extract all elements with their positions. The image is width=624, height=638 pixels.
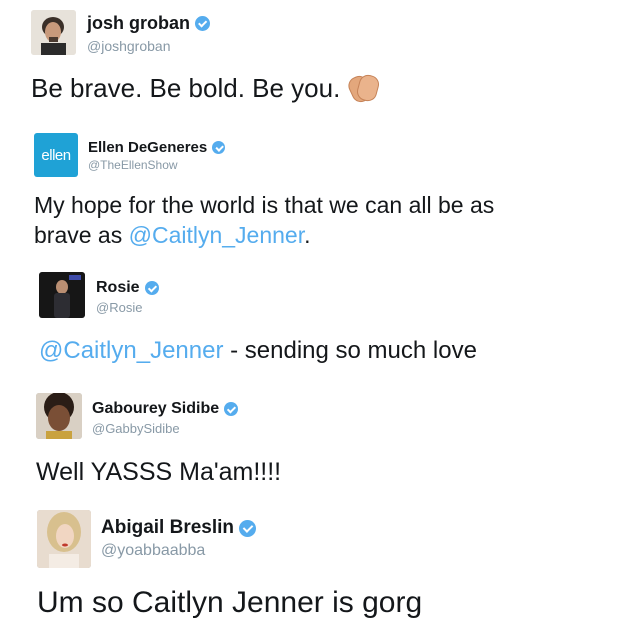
tweet-text: Um so Caitlyn Jenner is gorg [37, 586, 423, 619]
name-text: josh groban [87, 13, 190, 33]
display-name[interactable]: Ellen DeGeneres [88, 139, 226, 156]
tweet-text-line-2: brave as @Caitlyn_Jenner. [34, 222, 311, 250]
name-text: Rosie [96, 279, 140, 296]
text-suffix: - sending so much love [223, 337, 477, 364]
display-name[interactable]: Abigail Breslin [101, 517, 257, 539]
tweet-text-body: Be brave. Be bold. Be you. [31, 73, 341, 103]
tweet-text: @Caitlyn_Jenner - sending so much love [39, 337, 477, 366]
ellen-logo: ellen [34, 133, 78, 177]
tweet-text-line-1: My hope for the world is that we can all… [34, 192, 495, 218]
text-suffix: . [304, 222, 311, 248]
name-text: Gabourey Sidibe [92, 400, 220, 417]
verified-icon [144, 281, 159, 295]
handle[interactable]: @joshgroban [87, 38, 171, 54]
avatar-theellenshow[interactable]: ellen [34, 133, 78, 177]
display-name[interactable]: josh groban [87, 13, 210, 34]
avatar-joshgroban[interactable] [31, 10, 76, 55]
name-text: Abigail Breslin [101, 517, 235, 538]
avatar-rosie[interactable] [39, 272, 85, 318]
verified-icon [195, 16, 210, 31]
verified-icon [239, 519, 257, 537]
tweet-text: Well YASSS Ma'am!!!! [36, 458, 282, 486]
avatar-gabbysidibe[interactable] [36, 393, 82, 439]
handle[interactable]: @Rosie [96, 300, 142, 315]
avatar-yoabbaabba[interactable] [37, 510, 91, 568]
mention-link[interactable]: @Caitlyn_Jenner [129, 222, 305, 248]
tweet-text: Be brave. Be bold. Be you. [31, 72, 382, 106]
name-text: Ellen DeGeneres [88, 139, 208, 156]
display-name[interactable]: Gabourey Sidibe [92, 400, 239, 418]
text-prefix: brave as [34, 222, 129, 248]
clapping-hands-emoji-icon [345, 72, 382, 106]
verified-icon [224, 402, 239, 416]
handle[interactable]: @yoabbaabba [101, 542, 205, 560]
handle[interactable]: @TheEllenShow [88, 158, 178, 172]
mention-link[interactable]: @Caitlyn_Jenner [39, 337, 223, 364]
verified-icon [212, 141, 226, 154]
handle[interactable]: @GabbySidibe [92, 421, 180, 436]
display-name[interactable]: Rosie [96, 279, 159, 297]
